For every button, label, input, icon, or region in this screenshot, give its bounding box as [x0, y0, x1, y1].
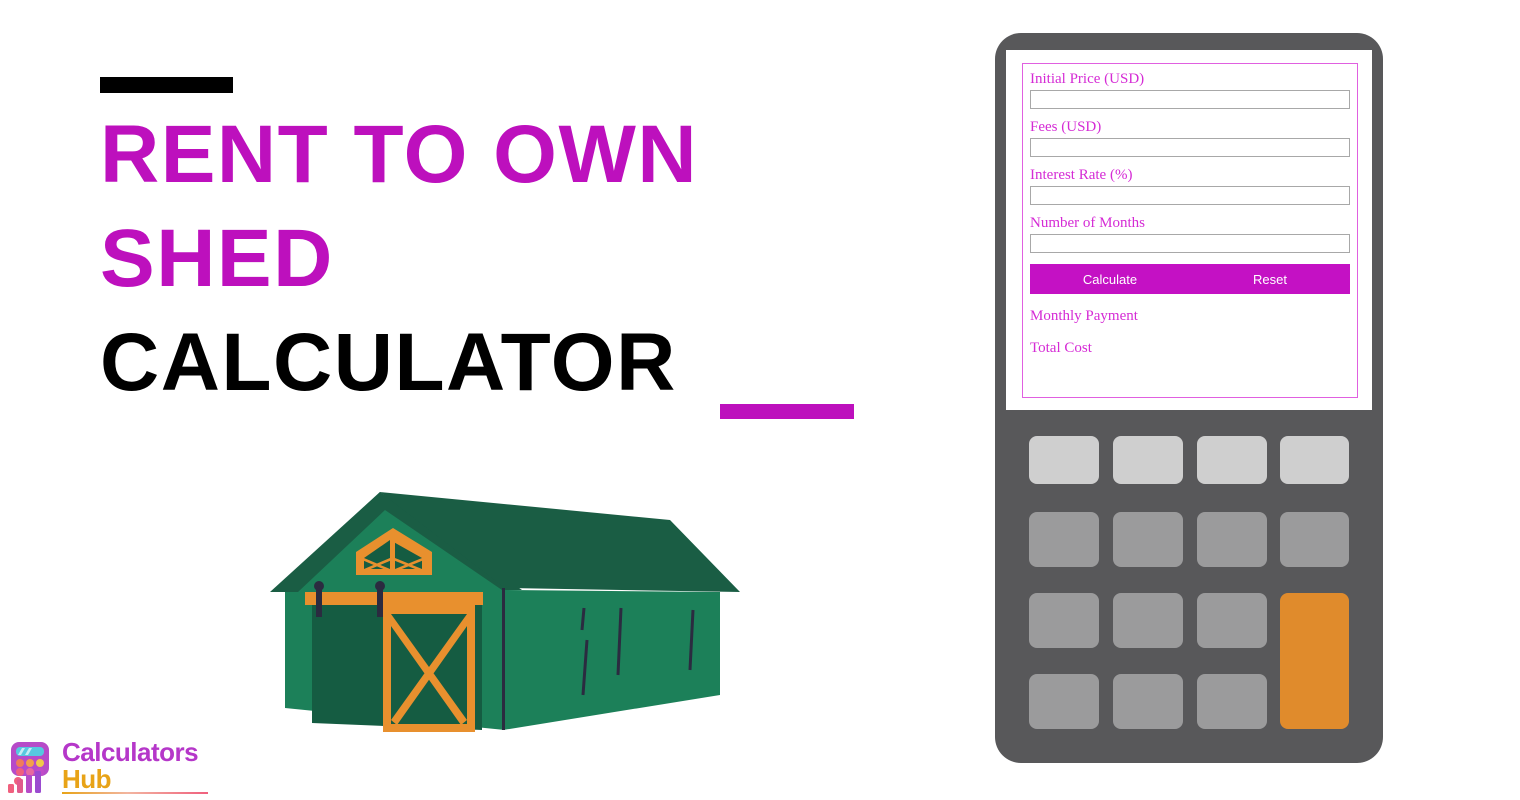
field-group-fees: Fees (USD) [1030, 118, 1350, 157]
page-title-line-3: Calculator [100, 317, 677, 408]
bottom-accent-bar [720, 404, 854, 419]
shed-corner-post [502, 588, 505, 730]
logo-underline [62, 792, 208, 794]
result-monthly-payment: Monthly Payment [1030, 308, 1138, 324]
reset-button[interactable]: Reset [1190, 264, 1350, 294]
logo-wordmark: Calculators Hub [62, 739, 212, 793]
keypad-key-r3c3[interactable] [1197, 593, 1267, 648]
input-initial-price[interactable] [1030, 90, 1350, 109]
logo-word-hub: Hub [62, 764, 112, 794]
brand-logo[interactable]: Calculators Hub [6, 739, 216, 798]
label-fees: Fees (USD) [1030, 119, 1102, 135]
keypad-key-r1c3[interactable] [1197, 436, 1267, 484]
shed-barn-door [383, 604, 475, 732]
label-initial-price: Initial Price (USD) [1030, 71, 1145, 87]
logo-word-calculators: Calculators [62, 737, 199, 767]
keypad-key-r4c1[interactable] [1029, 674, 1099, 729]
shed-door-rail [305, 592, 483, 605]
keypad-key-r2c4[interactable] [1280, 512, 1349, 567]
top-accent-bar [100, 77, 233, 93]
shed-barn-illustration [270, 492, 740, 732]
field-group-interest-rate: Interest Rate (%) [1030, 166, 1350, 205]
label-number-of-months: Number of Months [1030, 215, 1145, 231]
page-title-line-2: Shed [100, 213, 334, 304]
keypad-key-r3c1[interactable] [1029, 593, 1099, 648]
input-fees[interactable] [1030, 138, 1350, 157]
keypad-key-r2c2[interactable] [1113, 512, 1183, 567]
field-group-number-of-months: Number of Months [1030, 214, 1350, 253]
page-title-line-1: Rent to own [100, 109, 699, 200]
label-interest-rate: Interest Rate (%) [1030, 167, 1133, 183]
hero-panel: Rent to own Shed Calculator [0, 0, 960, 800]
keypad-key-r3c2[interactable] [1113, 593, 1183, 648]
input-number-of-months[interactable] [1030, 234, 1350, 253]
shed-side-wall [503, 590, 720, 730]
keypad-key-r4c2[interactable] [1113, 674, 1183, 729]
keypad-key-r1c4[interactable] [1280, 436, 1349, 484]
calculator-keypad [1029, 436, 1349, 730]
page-title: Rent to own Shed Calculator [100, 103, 920, 415]
keypad-key-r2c1[interactable] [1029, 512, 1099, 567]
calculator-button-bar: Calculate Reset [1030, 264, 1350, 294]
calculator-form: Initial Price (USD) Fees (USD) Interest … [1022, 63, 1358, 398]
keypad-key-r1c1[interactable] [1029, 436, 1099, 484]
result-total-cost: Total Cost [1030, 340, 1092, 356]
field-group-initial-price: Initial Price (USD) [1030, 70, 1350, 109]
keypad-key-r2c3[interactable] [1197, 512, 1267, 567]
input-interest-rate[interactable] [1030, 186, 1350, 205]
keypad-key-equals-accent[interactable] [1280, 593, 1349, 729]
calculate-button[interactable]: Calculate [1030, 264, 1190, 294]
calculator-bar-chart-icon [8, 742, 49, 793]
keypad-key-r4c3[interactable] [1197, 674, 1267, 729]
keypad-key-r1c2[interactable] [1113, 436, 1183, 484]
